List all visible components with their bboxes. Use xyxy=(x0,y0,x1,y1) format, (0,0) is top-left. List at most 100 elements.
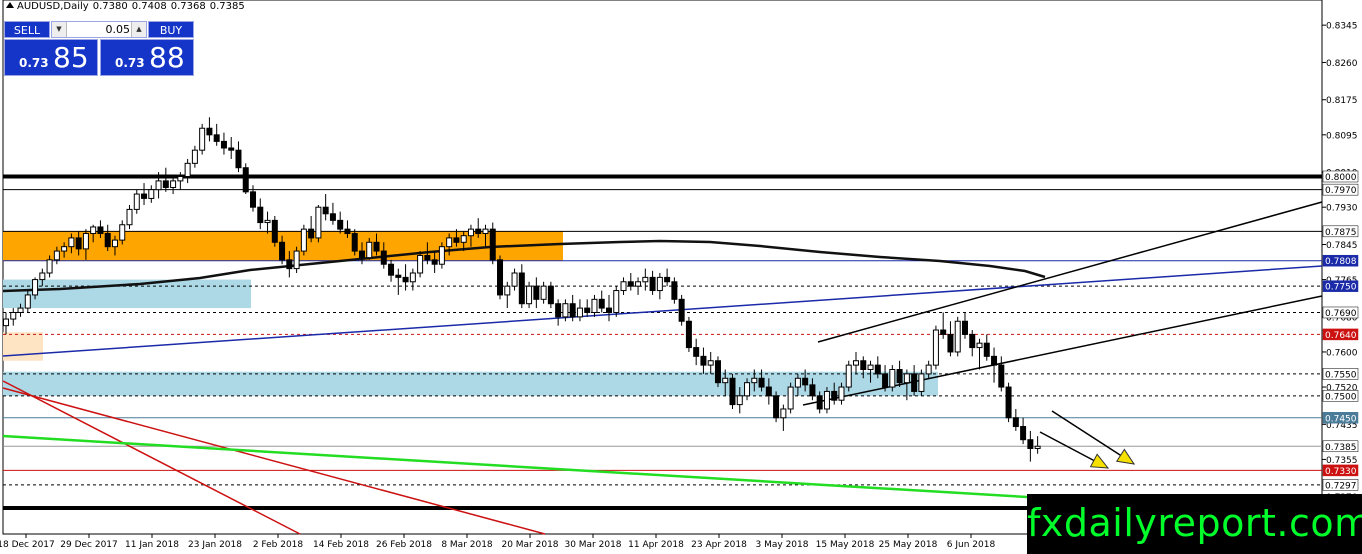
candle-body xyxy=(860,360,867,371)
price-tag-label: 0.7970 xyxy=(1325,186,1357,196)
price-tag-label: 0.7500 xyxy=(1325,392,1357,402)
candle-body xyxy=(184,162,191,177)
candle-body xyxy=(518,272,525,305)
candle-body xyxy=(213,134,220,142)
price-tag-label: 0.7808 xyxy=(1325,257,1357,267)
candle-body xyxy=(780,408,787,419)
candle-body xyxy=(228,147,235,151)
candle-body xyxy=(794,377,801,388)
candle-body xyxy=(969,333,976,349)
lot-size-value[interactable]: 0.05 xyxy=(68,22,131,37)
candle-body xyxy=(758,377,765,388)
peach-zone xyxy=(3,332,43,361)
candle-body xyxy=(744,382,751,397)
x-tick-label: 29 Dec 2017 xyxy=(60,540,118,550)
sell-price-prefix: 0.73 xyxy=(19,56,49,70)
x-tick-label: 6 Jun 2018 xyxy=(947,540,996,550)
y-tick-label: 0.7355 xyxy=(1326,456,1358,466)
price-tag-label: 0.7385 xyxy=(1325,443,1357,453)
candle-body xyxy=(119,224,126,241)
candle-body xyxy=(489,228,496,261)
candle-body xyxy=(32,279,39,296)
candle-body xyxy=(10,311,17,320)
candle-body xyxy=(802,377,809,386)
sell-price-button[interactable]: 0.73 85 xyxy=(4,39,98,76)
candle-body xyxy=(329,213,336,221)
decrease-lot-icon[interactable]: ▼ xyxy=(52,22,67,37)
triangle-up-icon xyxy=(6,2,14,8)
candle-body xyxy=(940,329,947,335)
candle-body xyxy=(896,369,903,384)
candle-body xyxy=(809,384,816,397)
candle-body xyxy=(1020,426,1027,441)
candle-body xyxy=(642,276,649,283)
candle-body xyxy=(845,364,852,388)
sell-price-digits: 85 xyxy=(53,41,89,74)
buy-price-prefix: 0.73 xyxy=(115,56,145,70)
price-tag-label: 0.7297 xyxy=(1325,481,1357,491)
candle-body xyxy=(126,208,133,226)
price-tag-label: 0.7550 xyxy=(1325,370,1357,380)
price-tag-label: 0.7875 xyxy=(1325,228,1357,238)
price-chart[interactable]: 0.83450.82600.81750.80950.80100.79300.78… xyxy=(0,0,1362,554)
candle-body xyxy=(97,226,104,235)
ohlc-low: 0.7368 xyxy=(170,1,206,12)
x-tick-label: 11 Apr 2018 xyxy=(628,540,684,550)
candle-body xyxy=(511,272,518,287)
candle-body xyxy=(344,228,351,235)
candle-body xyxy=(322,206,329,215)
candle-body xyxy=(133,193,140,210)
sell-button[interactable]: SELL xyxy=(4,21,50,38)
candle-body xyxy=(104,233,111,248)
y-tick-label: 0.7930 xyxy=(1326,204,1358,214)
candle-body xyxy=(111,239,118,248)
candle-body xyxy=(707,360,714,366)
buy-button[interactable]: BUY xyxy=(148,21,194,38)
candle-body xyxy=(141,193,148,199)
candle-body xyxy=(467,228,474,237)
x-tick-label: 3 May 2018 xyxy=(756,540,809,550)
candle-body xyxy=(932,329,939,366)
candle-body xyxy=(388,263,395,276)
x-tick-label: 11 Jan 2018 xyxy=(125,540,179,550)
buy-price-digits: 88 xyxy=(149,41,185,74)
candle-body xyxy=(976,342,983,349)
x-tick-label: 20 Mar 2018 xyxy=(501,540,558,550)
candle-body xyxy=(242,167,249,193)
candle-body xyxy=(584,307,591,313)
candle-body xyxy=(526,285,533,305)
increase-lot-icon[interactable]: ▲ xyxy=(131,22,146,37)
candle-body xyxy=(591,298,598,313)
candle-body xyxy=(90,226,97,235)
price-tag-label: 0.7450 xyxy=(1325,414,1357,424)
candle-body xyxy=(286,259,293,270)
candle-body xyxy=(664,276,671,283)
candle-body xyxy=(605,307,612,313)
x-tick-label: 30 Mar 2018 xyxy=(564,540,621,550)
candle-body xyxy=(308,228,315,239)
lot-size-stepper[interactable]: ▼ 0.05 ▲ xyxy=(51,21,147,38)
candle-body xyxy=(431,259,438,265)
price-tag-label: 0.8000 xyxy=(1325,173,1357,183)
candle-body xyxy=(736,395,743,406)
candle-body xyxy=(82,233,89,250)
price-tag-label: 0.7640 xyxy=(1325,331,1357,341)
x-tick-label: 15 May 2018 xyxy=(816,540,875,550)
candle-body xyxy=(613,290,620,313)
x-tick-label: 23 Jan 2018 xyxy=(188,540,242,550)
candle-body xyxy=(823,390,830,410)
candle-body xyxy=(954,320,961,353)
candle-body xyxy=(1012,417,1019,428)
ohlc-close: 0.7385 xyxy=(209,1,245,12)
candle-body xyxy=(533,285,540,300)
candle-body xyxy=(911,373,918,392)
candle-body xyxy=(279,241,286,261)
candle-body xyxy=(649,276,656,292)
candle-body xyxy=(257,206,264,224)
buy-price-button[interactable]: 0.73 88 xyxy=(100,39,194,76)
candle-body xyxy=(1005,386,1012,419)
candle-body xyxy=(170,180,177,188)
y-tick-label: 0.8095 xyxy=(1326,131,1358,141)
y-tick-label: 0.7600 xyxy=(1326,348,1358,358)
candle-body xyxy=(417,254,424,274)
